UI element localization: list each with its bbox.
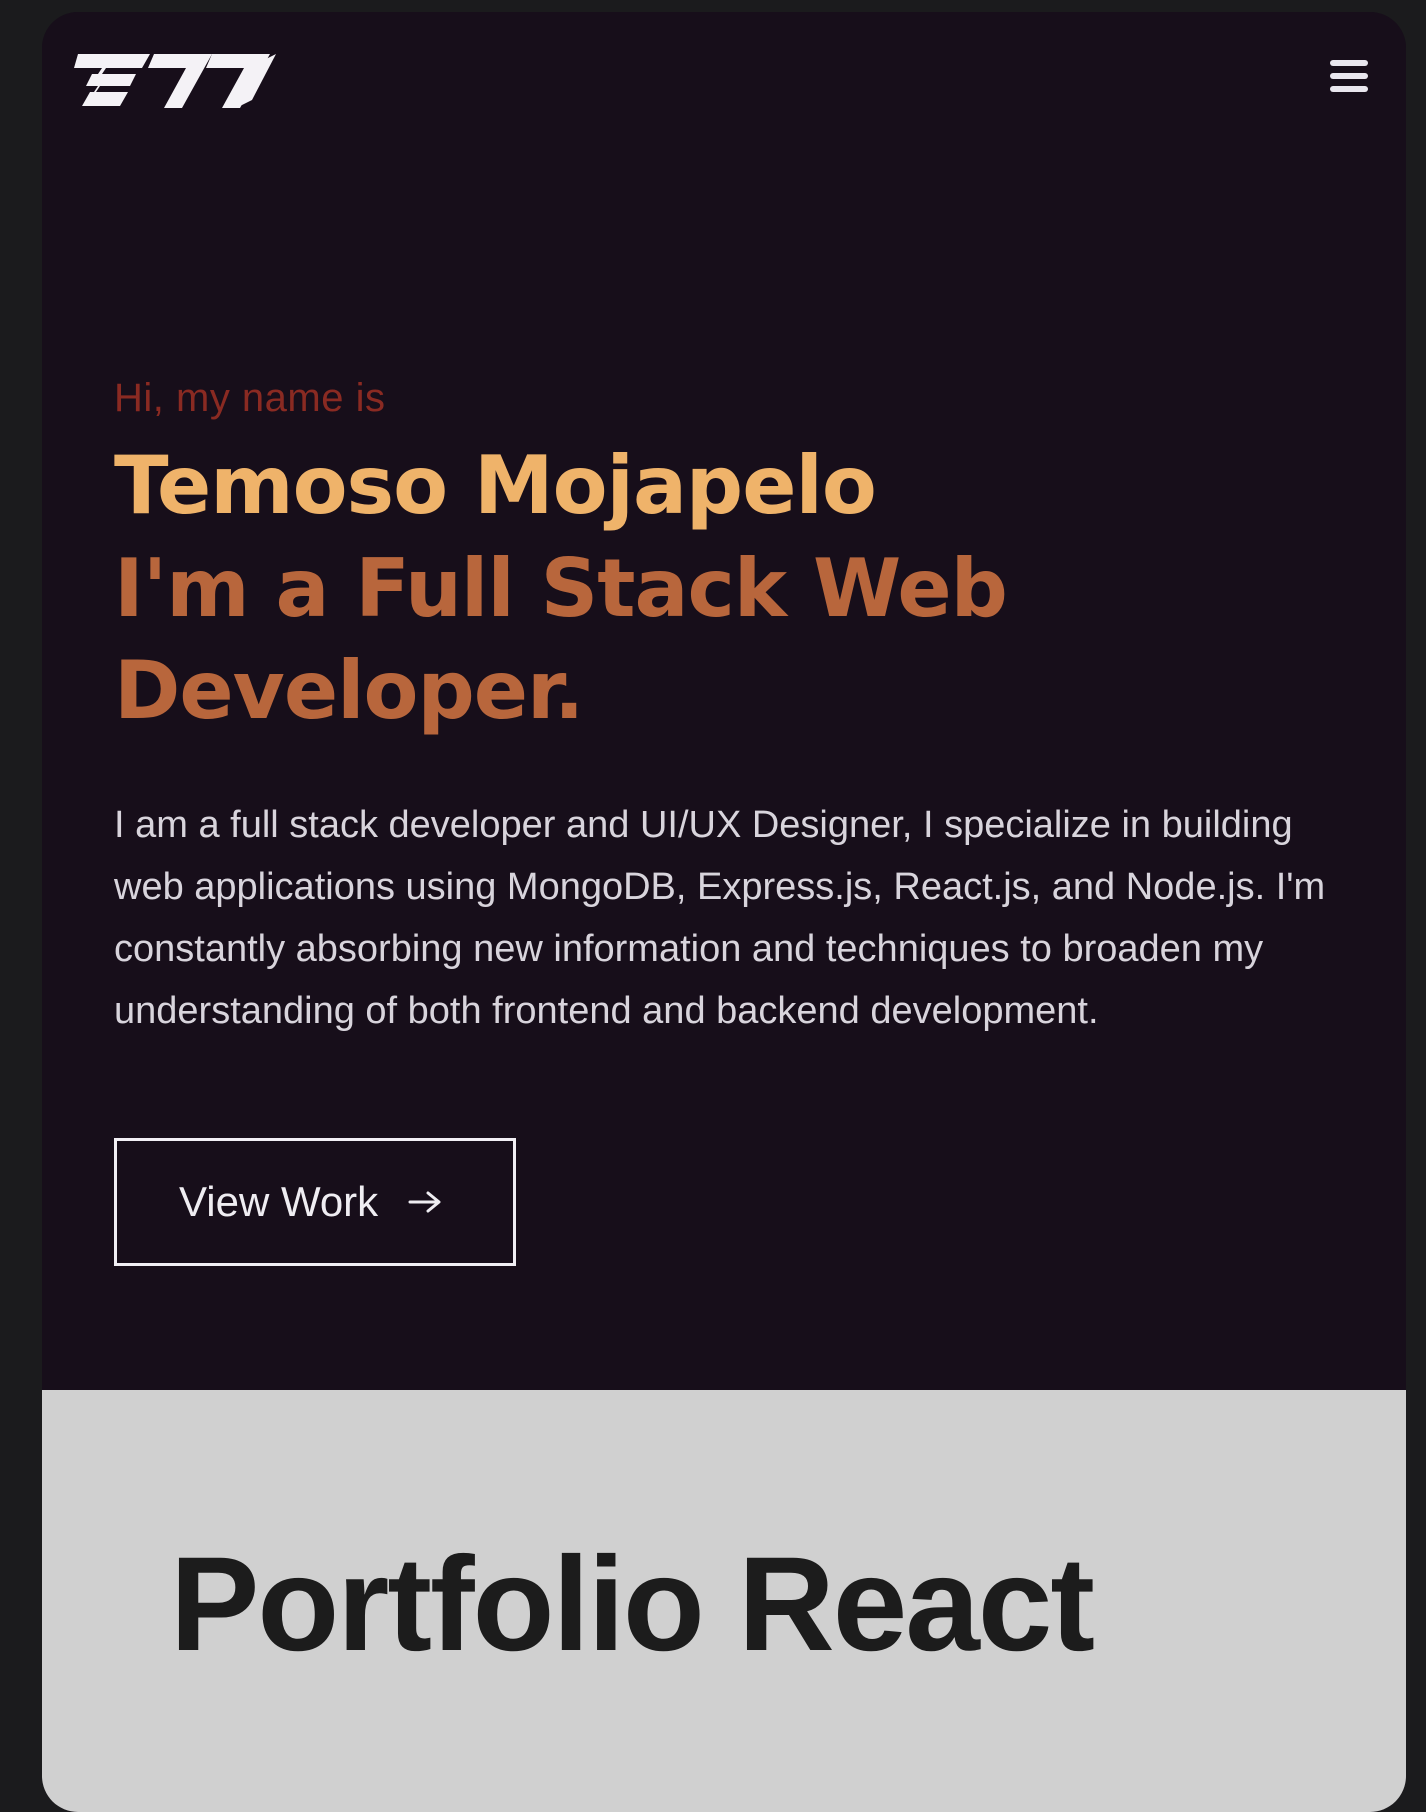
menu-bar — [1330, 73, 1368, 79]
portfolio-title: Portfolio React — [170, 1530, 1095, 1679]
arrow-right-icon — [408, 1191, 441, 1213]
hero-bio: I am a full stack developer and UI/UX De… — [114, 804, 1326, 1032]
hero-role: I'm a Full Stack Web Developer. — [114, 542, 1008, 737]
hamburger-menu-icon[interactable] — [1320, 56, 1370, 100]
site-logo[interactable] — [72, 44, 278, 120]
view-work-label: View Work — [179, 1178, 379, 1225]
greeting-text: Hi, my name is — [114, 376, 386, 420]
menu-bar — [1330, 60, 1368, 66]
hero-content: Hi, my name is Temoso Mojapelo I'm a Ful… — [114, 368, 1354, 1042]
page-frame: Hi, my name is Temoso Mojapelo I'm a Ful… — [42, 12, 1406, 1812]
hero-name: Temoso Mojapelo — [114, 439, 877, 532]
view-work-button[interactable]: View Work — [114, 1138, 516, 1266]
portfolio-section: Portfolio React — [42, 1390, 1406, 1812]
menu-bar — [1330, 86, 1368, 92]
hero-section: Hi, my name is Temoso Mojapelo I'm a Ful… — [42, 12, 1406, 1390]
